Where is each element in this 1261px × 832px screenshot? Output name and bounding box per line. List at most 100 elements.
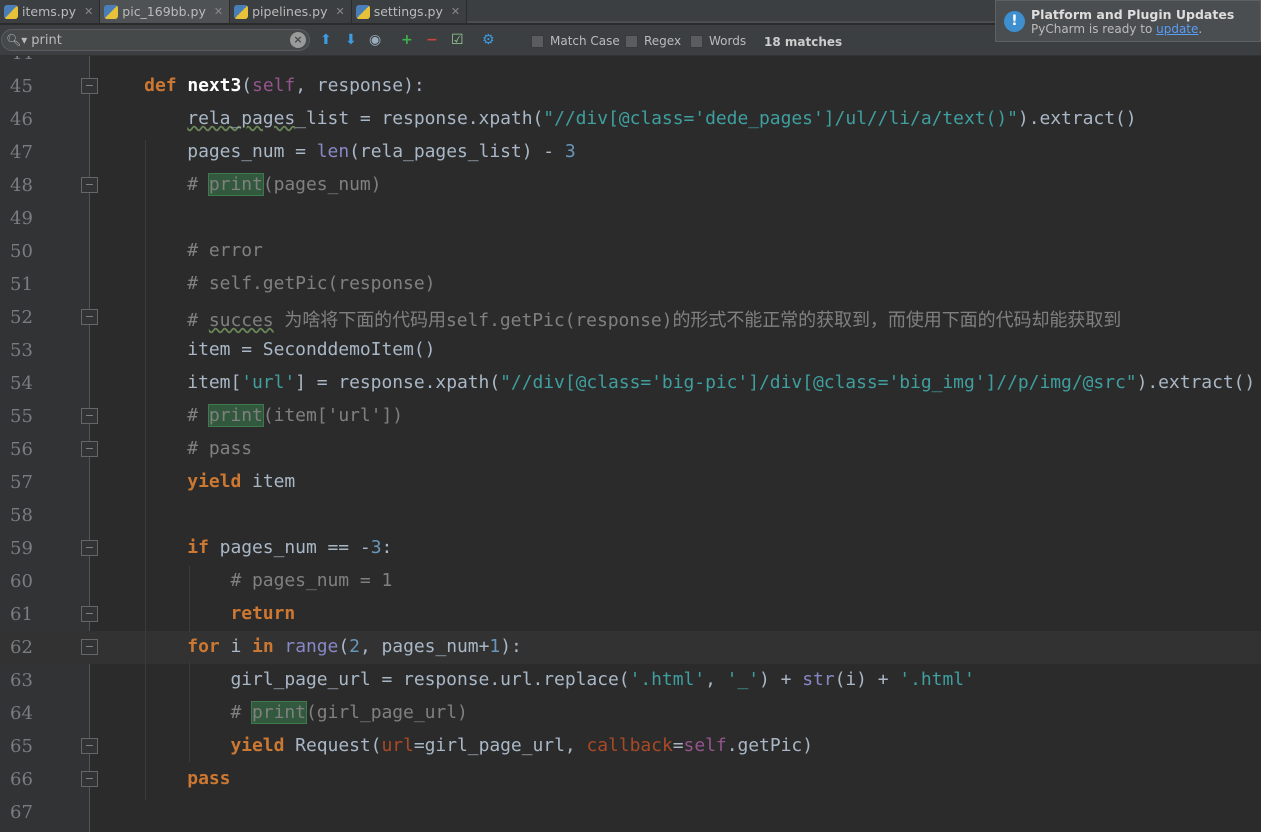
line-number: 62 [10,637,33,658]
search-icon[interactable]: 🔍︎▾ [6,33,27,47]
code-token: yield [101,471,253,492]
code-token: , response): [295,75,425,96]
code-text: item = SeconddemoItem() [101,339,435,360]
line-number: 50 [10,241,33,262]
search-input[interactable]: print [31,33,62,48]
code-line[interactable]: 52 − # succes 为啥将下面的代码用self.getPic(respon… [0,301,1261,334]
fold-start-icon[interactable]: − [81,540,98,556]
line-number: 46 [10,109,33,130]
tab-pipelines-py[interactable]: pipelines.py ✕ [230,0,352,23]
code-token: ) + [759,669,803,690]
code-token: 1 [489,636,501,657]
line-number: 56 [10,439,33,460]
code-line[interactable]: 54 item['url'] = response.xpath("//div[@… [0,367,1261,400]
add-occurrence-icon[interactable]: + [401,32,413,48]
close-tab-icon[interactable]: ✕ [84,5,93,18]
code-line[interactable]: 67 [0,796,1261,829]
match-case-checkbox[interactable]: Match Case [531,34,620,48]
code-line[interactable]: 53 item = SeconddemoItem() [0,334,1261,367]
clear-search-icon[interactable]: × [290,32,306,48]
code-token: len [316,141,350,162]
code-token: ).extract() [1136,372,1256,393]
previous-match-icon[interactable]: ⬆ [320,32,332,48]
line-number: 59 [10,538,33,559]
fold-start-icon[interactable]: − [81,408,98,424]
code-line[interactable]: 47 pages_num = len(rela_pages_list) - 3 [0,136,1261,169]
fold-end-icon[interactable]: − [81,738,98,754]
code-text: # self.getPic(response) [101,273,435,294]
code-line[interactable]: 58 [0,499,1261,532]
code-line[interactable]: 51 # self.getPic(response) [0,268,1261,301]
code-line[interactable]: 48 − # print(pages_num) [0,169,1261,202]
code-token: print [207,173,264,196]
notification-title: Platform and Plugin Updates [1031,6,1235,22]
code-line[interactable]: 66 − pass [0,763,1261,796]
fold-start-icon[interactable]: − [81,78,98,94]
indent-guide [189,662,190,762]
code-token: (rela_pages_list) - [349,141,565,162]
code-line[interactable]: 56 − # pass [0,433,1261,466]
tab-label: settings.py [373,4,443,19]
line-number: 67 [10,802,33,823]
code-line[interactable]: 45 − def next3(self, response): [0,70,1261,103]
tab-settings-py[interactable]: settings.py ✕ [351,0,468,23]
code-line[interactable]: 44 [0,56,1261,70]
fold-start-icon[interactable]: − [81,639,98,655]
code-line[interactable]: 55 − # print(item['url']) [0,400,1261,433]
code-token: =girl_page_url, [413,735,587,756]
line-number: 60 [10,571,33,592]
line-number: 51 [10,274,33,295]
code-token: '.html' [899,669,975,690]
match-count: 18 matches [764,35,843,49]
code-editor[interactable]: 4445− def next3(self, response):46 rela_… [0,56,1261,832]
code-token: # [101,174,209,195]
fold-end-icon[interactable]: − [81,606,98,622]
remove-occurrence-icon[interactable]: − [426,32,438,48]
words-checkbox[interactable]: Words [690,34,746,48]
code-token: # pass [101,438,253,459]
close-tab-icon[interactable]: ✕ [214,5,223,18]
code-token: 'url' [241,372,296,393]
tab-pic_169bb-py[interactable]: pic_169bb.py ✕ [100,0,231,23]
select-all-occurrences-icon[interactable]: ☑ [451,32,464,48]
code-line[interactable]: 57 yield item [0,466,1261,499]
update-link[interactable]: update [1156,22,1198,36]
code-line[interactable]: 46 rela_pages_list = response.xpath("//d… [0,103,1261,136]
code-token: Request( [295,735,382,756]
next-match-icon[interactable]: ⬇ [345,32,357,48]
tab-label: pic_169bb.py [122,4,206,19]
code-token: ).extract() [1017,108,1137,129]
notification-text: PyCharm is ready to [1031,21,1157,36]
close-tab-icon[interactable]: ✕ [451,5,460,18]
code-text: pass [101,768,230,789]
search-field[interactable]: 🔍︎▾ print × [1,29,310,51]
code-text: # succes 为啥将下面的代码用self.getPic(response)的… [101,306,1121,332]
code-token: def [144,75,188,96]
code-token: in [252,636,285,657]
close-tab-icon[interactable]: ✕ [336,5,345,18]
regex-checkbox[interactable]: Regex [625,34,681,48]
fold-start-icon[interactable]: − [81,177,98,193]
code-text: for i in range(2, pages_num+1): [101,636,522,657]
code-token: yield [101,735,296,756]
find-all-icon[interactable]: ◉ [369,32,381,48]
code-token: "//div[@class='big-pic']/div[@class='big… [500,372,1137,393]
fold-end-icon[interactable]: − [81,309,98,325]
code-text: yield Request(url=girl_page_url, callbac… [101,735,813,756]
settings-gear-icon[interactable]: ⚙ [482,32,495,48]
code-token: girl_page_url = response.url.replace( [101,669,630,690]
update-notification[interactable]: ! Platform and Plugin Updates PyCharm is… [995,0,1261,42]
tab-items-py[interactable]: items.py ✕ [0,0,101,23]
fold-end-icon[interactable]: − [81,771,98,787]
code-line[interactable]: 62 − for i in range(2, pages_num+1): [0,631,1261,664]
code-token: # [101,310,209,331]
code-line[interactable]: 59 − if pages_num == -3: [0,532,1261,565]
python-file-icon [234,4,249,19]
code-text: rela_pages_list = response.xpath("//div[… [101,108,1137,129]
code-token: callback [586,735,673,756]
line-number: 66 [10,769,33,790]
code-line[interactable]: 50 # error [0,235,1261,268]
tab-label: pipelines.py [252,4,328,19]
code-line[interactable]: 49 [0,202,1261,235]
fold-end-icon[interactable]: − [81,441,98,457]
